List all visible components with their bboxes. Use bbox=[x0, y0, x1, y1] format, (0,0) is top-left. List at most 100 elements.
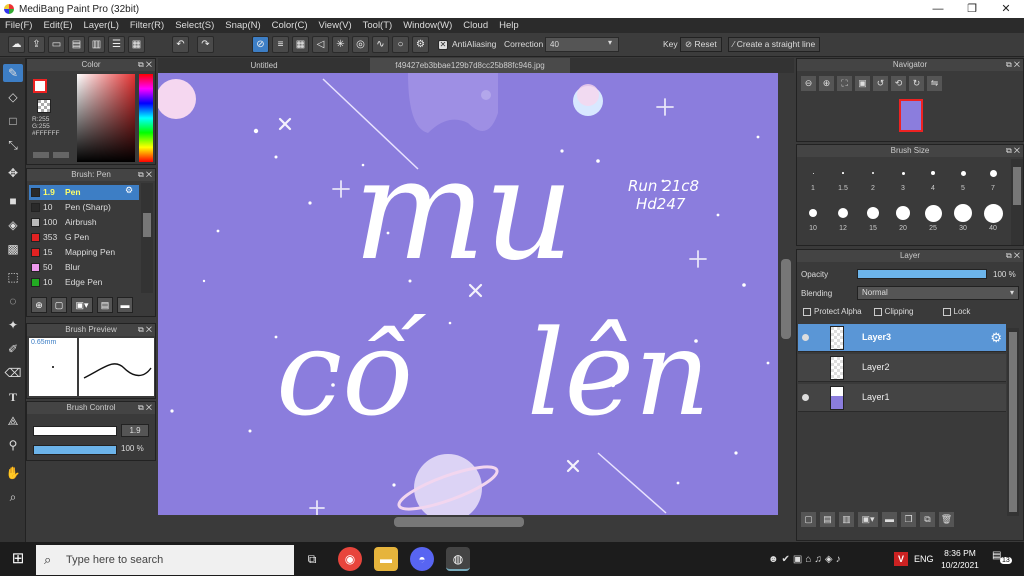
grid-icon[interactable]: ▦ bbox=[128, 36, 145, 53]
tab-image-file[interactable]: f49427eb3bbae129b7d8cc25b88fc946.jpg bbox=[370, 58, 570, 73]
fit-screen-icon[interactable]: ⛶ bbox=[837, 76, 852, 91]
document-icon[interactable]: ▥ bbox=[88, 36, 105, 53]
clipping-checkbox[interactable] bbox=[873, 307, 882, 316]
move-tool-icon[interactable]: ✥ bbox=[3, 164, 23, 182]
lasso-tool-icon[interactable]: ◌ bbox=[3, 292, 23, 310]
brush-list-scrollbar[interactable] bbox=[141, 183, 153, 293]
brush-opacity-slider[interactable] bbox=[33, 445, 117, 455]
share-icon[interactable]: ⇪ bbox=[28, 36, 45, 53]
menu-filter[interactable]: Filter(R) bbox=[130, 20, 164, 31]
brush-item[interactable]: 10 Pen (Sharp) bbox=[29, 200, 139, 215]
menu-view[interactable]: View(V) bbox=[319, 20, 352, 31]
menu-snap[interactable]: Snap(N) bbox=[225, 20, 260, 31]
hue-slider[interactable] bbox=[139, 74, 153, 162]
task-view-icon[interactable]: ⧉ bbox=[300, 547, 324, 571]
rotate-left-icon[interactable]: ↺ bbox=[873, 76, 888, 91]
brush-size-option[interactable]: 10 bbox=[801, 201, 825, 239]
actual-size-icon[interactable]: ▣ bbox=[855, 76, 870, 91]
protect-alpha-checkbox[interactable] bbox=[803, 307, 811, 316]
discord-icon[interactable]: ◓ bbox=[410, 547, 434, 571]
panel-close-icon[interactable]: ⧉ ✕ bbox=[1006, 250, 1020, 262]
menu-layer[interactable]: Layer(L) bbox=[84, 20, 119, 31]
pen-tool-icon[interactable]: ⤡ bbox=[3, 136, 23, 154]
eye-icon[interactable] bbox=[802, 394, 809, 401]
vanish-snap-icon[interactable]: ◁ bbox=[312, 36, 329, 53]
saturation-value-picker[interactable] bbox=[77, 74, 135, 162]
taskbar-search[interactable]: ⌕ Type here to search bbox=[36, 545, 294, 575]
brush-item[interactable]: 15 Mapping Pen bbox=[29, 245, 139, 260]
panel-close-icon[interactable]: ⧉ ✕ bbox=[138, 169, 152, 181]
ring-snap-icon[interactable]: ○ bbox=[392, 36, 409, 53]
panel-close-icon[interactable]: ⧉ ✕ bbox=[138, 324, 152, 336]
vivaldi-tray-icon[interactable]: V bbox=[894, 552, 908, 566]
divide-tool-icon[interactable]: ⟁ bbox=[3, 412, 23, 430]
cloud-icon[interactable]: ☁ bbox=[8, 36, 25, 53]
brush-size-option[interactable]: 2 bbox=[861, 161, 885, 199]
list-icon[interactable]: ☰ bbox=[108, 36, 125, 53]
brush-size-option[interactable]: 30 bbox=[951, 201, 975, 239]
brush-settings-icon[interactable]: ⚙ bbox=[125, 185, 133, 196]
system-tray-icons[interactable]: ☻✔▣⌂♫◈♪ bbox=[768, 554, 844, 565]
radial-snap-icon[interactable]: ✳ bbox=[332, 36, 349, 53]
select-eraser-icon[interactable]: ⌫ bbox=[3, 364, 23, 382]
text-tool-icon[interactable]: T bbox=[3, 388, 23, 406]
minimize-button[interactable]: — bbox=[921, 0, 955, 18]
menu-file[interactable]: File(F) bbox=[5, 20, 32, 31]
language-indicator[interactable]: ENG bbox=[914, 554, 934, 564]
canvas-horizontal-scrollbar[interactable] bbox=[158, 515, 778, 529]
duplicate-layer-icon[interactable]: ❐ bbox=[901, 512, 916, 527]
close-button[interactable]: ✕ bbox=[989, 0, 1023, 18]
layer-row[interactable]: Layer3 ⚙ bbox=[798, 324, 1006, 352]
new-8bit-layer-icon[interactable]: ▥ bbox=[839, 512, 854, 527]
zoom-tool-icon[interactable]: ⌕ bbox=[3, 488, 23, 506]
brush-add-icon[interactable]: ⊕ bbox=[31, 297, 47, 313]
fill-shape-icon[interactable]: ■ bbox=[3, 192, 23, 210]
comment-icon[interactable]: ▤ bbox=[68, 36, 85, 53]
zoom-in-icon[interactable]: ⊕ bbox=[819, 76, 834, 91]
brush-size-option[interactable]: 12 bbox=[831, 201, 855, 239]
new-layer-icon[interactable]: ▢ bbox=[801, 512, 816, 527]
rotate-reset-icon[interactable]: ⟲ bbox=[891, 76, 906, 91]
layer-add-menu-icon[interactable]: ▣▾ bbox=[858, 512, 878, 527]
brush-size-option[interactable]: 25 bbox=[921, 201, 945, 239]
canvas-vertical-scrollbar[interactable] bbox=[778, 73, 794, 515]
clock[interactable]: 8:36 PM 10/2/2021 bbox=[936, 547, 984, 571]
flip-icon[interactable]: ⇋ bbox=[927, 76, 942, 91]
lock-checkbox[interactable] bbox=[942, 307, 951, 316]
layer-settings-icon[interactable]: ⚙ bbox=[990, 330, 1002, 346]
layer-opacity-slider[interactable] bbox=[857, 269, 987, 279]
file-explorer-icon[interactable]: ▬ bbox=[374, 547, 398, 571]
menu-color[interactable]: Color(C) bbox=[272, 20, 308, 31]
eyedropper-tool-icon[interactable]: ⚲ bbox=[3, 436, 23, 454]
menu-window[interactable]: Window(W) bbox=[403, 20, 452, 31]
menu-tool[interactable]: Tool(T) bbox=[363, 20, 393, 31]
merge-layer-icon[interactable]: ⧉ bbox=[920, 512, 935, 527]
brush-new-icon[interactable]: ▢ bbox=[51, 297, 67, 313]
menu-select[interactable]: Select(S) bbox=[175, 20, 214, 31]
reset-button[interactable]: ⊘ Reset bbox=[680, 37, 722, 52]
brush-size-option[interactable]: 3 bbox=[891, 161, 915, 199]
brush-item[interactable]: 10 Edge Pen bbox=[29, 275, 139, 290]
bucket-tool-icon[interactable]: ◈ bbox=[3, 216, 23, 234]
magic-wand-icon[interactable]: ✦ bbox=[3, 316, 23, 334]
tab-untitled[interactable]: Untitled bbox=[234, 58, 294, 73]
brush-size-scrollbar[interactable] bbox=[1011, 159, 1023, 245]
color-swap-button[interactable] bbox=[53, 152, 69, 158]
select-tool-icon[interactable]: ⬚ bbox=[3, 268, 23, 286]
hand-tool-icon[interactable]: ✋ bbox=[3, 464, 23, 482]
layer-row[interactable]: Layer2 bbox=[798, 354, 1006, 382]
medibang-taskbar-icon[interactable]: ◍ bbox=[446, 547, 470, 571]
layer-folder-icon[interactable]: ▬ bbox=[882, 512, 897, 527]
curve-snap-icon[interactable]: ∿ bbox=[372, 36, 389, 53]
brush-size-value[interactable]: 1.9 bbox=[121, 424, 149, 437]
panel-close-icon[interactable]: ⧉ ✕ bbox=[1006, 145, 1020, 157]
brush-size-option[interactable]: 4 bbox=[921, 161, 945, 199]
brush-tool-icon[interactable]: ✎ bbox=[3, 64, 23, 82]
menu-cloud[interactable]: Cloud bbox=[463, 20, 488, 31]
notification-icon[interactable]: ▤ 13 bbox=[992, 550, 1012, 568]
zoom-out-icon[interactable]: ⊖ bbox=[801, 76, 816, 91]
brush-size-option[interactable]: 1.5 bbox=[831, 161, 855, 199]
gradation-tool-icon[interactable]: ▩ bbox=[3, 240, 23, 258]
undo-icon[interactable]: ↶ bbox=[172, 36, 189, 53]
brush-size-option[interactable]: 7 bbox=[981, 161, 1005, 199]
